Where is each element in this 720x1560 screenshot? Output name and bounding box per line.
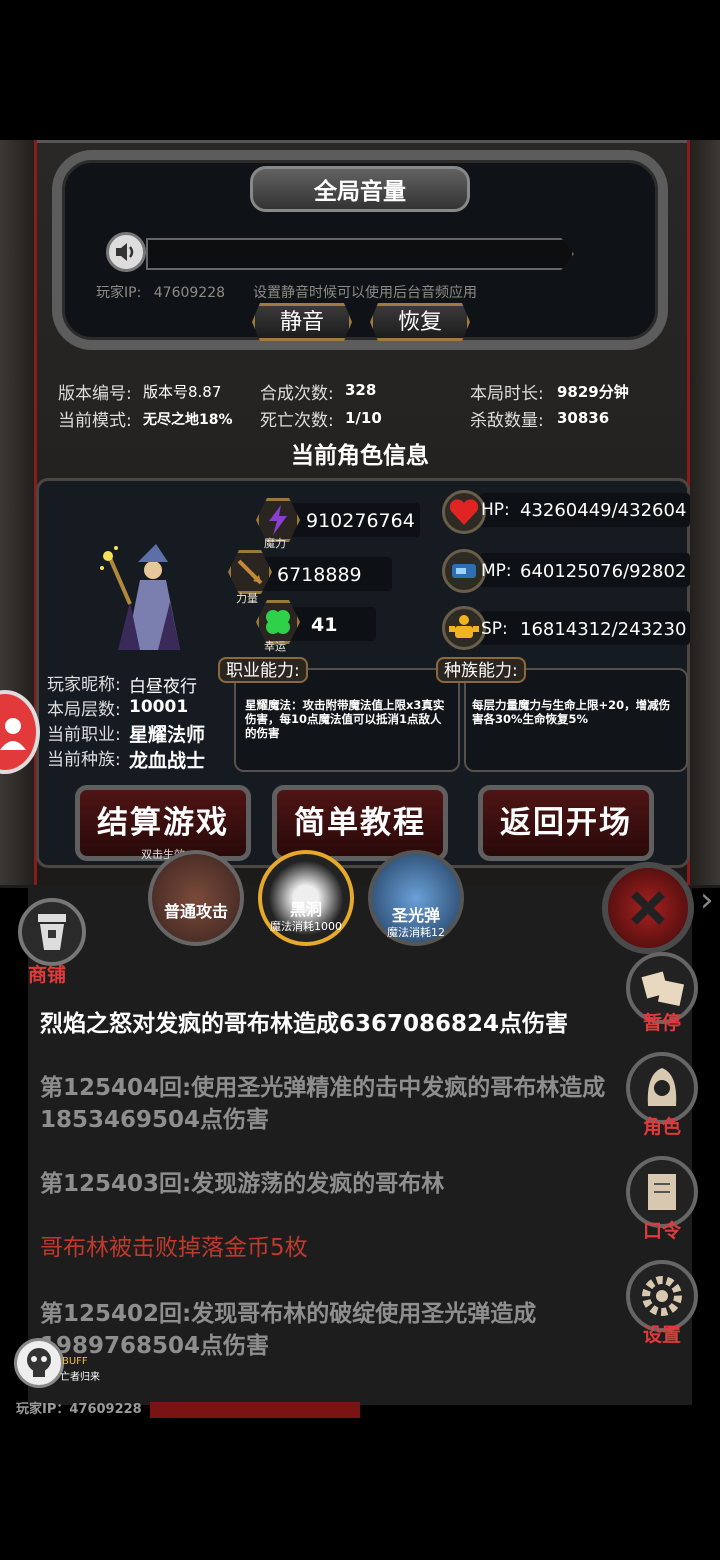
role-label[interactable]: 角色 [620,1112,704,1139]
race-label: 当前种族: [47,750,121,770]
restore-button[interactable]: 恢复 [370,303,470,341]
skull-icon[interactable] [14,1338,64,1388]
shop-icon[interactable] [18,898,86,966]
death-label: 死亡次数: [260,411,334,431]
log-text: 第125402回:发现哥布林的破绽使用圣光弹造成1989768504点伤害 [40,1301,537,1359]
normal-attack-skill[interactable]: 普通攻击 [148,850,244,946]
floor-value: 10001 [129,697,189,717]
class-label: 当前职业: [47,725,121,745]
log-line: 哥布林被击败掉落金币5枚 [40,1232,610,1264]
strength-tag: 力量 [236,592,258,605]
luck-value: 41 [311,614,338,636]
class-value: 星耀法师 [129,724,206,746]
race-ability-title: 种族能力: [436,657,526,683]
settings-label[interactable]: 设置 [620,1320,704,1347]
merge-value: 328 [345,381,377,399]
death-value: 1/10 [345,409,382,427]
version-value: 版本号8.87 [143,383,222,401]
sp-value: 16814312/243230 [520,619,687,640]
log-line: 第125402回:发现哥布林的破绽使用圣光弹造成1989768504点伤害 [40,1298,610,1362]
log-line: 第125404回:使用圣光弹精准的击中发疯的哥布林造成1853469504点伤害 [40,1072,610,1136]
floor-label: 本局层数: [47,700,121,720]
strongman-icon [442,606,486,650]
pause-label[interactable]: 暂停 [620,1008,704,1035]
close-button[interactable] [602,862,694,954]
nickname-label: 玩家昵称: [47,675,121,695]
magic-tag: 魔力 [264,537,286,550]
ip-value-text: 47609228 [153,285,226,301]
black-hole-skill[interactable]: 黑洞 魔法消耗1000 [258,850,354,946]
duration-value: 9829分钟 [557,383,629,401]
speaker-icon[interactable] [106,232,146,272]
normal-attack-label: 普通攻击 [163,902,228,921]
duration-label: 本局时长: [470,384,544,404]
buff-subtext: 亡者归来 [60,1372,100,1383]
black-hole-label: 黑洞 [289,900,322,919]
kills-value: 30836 [557,409,610,427]
mode-value: 无尽之地18% [143,412,233,428]
holy-light-cost: 魔法消耗12 [387,926,445,939]
password-label[interactable]: 口令 [620,1216,704,1243]
race-value: 龙血战士 [129,750,206,772]
back-to-start-button[interactable]: 返回开场 [478,785,654,861]
footer-player-ip: 玩家IP：47609228 [16,1402,142,1417]
log-line: 烈焰之怒对发疯的哥布林造成6367086824点伤害 [40,1008,610,1040]
buff-label: BUFF [62,1356,88,1367]
volume-title: 全局音量 [250,166,470,212]
mode-label: 当前模式: [58,411,132,431]
ip-label-text: 玩家IP: [96,285,142,301]
mana-device-icon [442,549,486,593]
mute-hint: 设置静音时候可以使用后台音频应用 [253,285,477,301]
log-text: 第125403回:发现游荡的发疯的哥布林 [40,1171,445,1197]
log-text: 第125404回:使用圣光弹精准的击中发疯的哥布林造成1853469504点伤害 [40,1075,606,1133]
hp-label: HP: [481,500,510,520]
race-ability-text: 每层力量魔力与生命上限+20，增减伤害各30%生命恢复5% [472,698,671,726]
log-line: 第125403回:发现游荡的发疯的哥布林 [40,1168,610,1200]
black-hole-cost: 魔法消耗1000 [270,920,342,933]
wizard-avatar [96,540,192,650]
volume-slider[interactable] [146,238,574,270]
mp-value: 640125076/92802 [520,561,687,582]
progress-strip [150,1402,360,1418]
mute-button[interactable]: 静音 [252,303,352,341]
holy-light-label: 圣光弹 [391,906,440,925]
luck-tag: 幸运 [264,640,286,653]
class-ability-title: 职业能力: [218,657,308,683]
heart-icon [442,490,486,534]
strength-value: 6718889 [277,564,362,586]
hp-value: 43260449/432604 [520,500,687,521]
merge-label: 合成次数: [260,384,334,404]
character-section-title: 当前角色信息 [291,443,429,469]
mp-label: MP: [481,561,512,581]
version-label: 版本编号: [58,384,132,404]
holy-light-skill[interactable]: 圣光弹 魔法消耗12 [368,850,464,946]
magic-value: 910276764 [306,510,415,532]
class-ability-text: 星耀魔法：攻击附带魔法值上限x3真实伤害，每10点魔法值可以抵消1点敌人的伤害 [245,698,445,740]
kills-label: 杀敌数量: [470,411,544,431]
log-text: 哥布林被击败掉落金币5枚 [40,1235,308,1261]
profile-side-tab[interactable] [0,690,40,774]
panel-right-border [687,140,720,885]
shop-label[interactable]: 商铺 [28,960,66,987]
sp-label: SP: [481,619,508,639]
player-ip-label: 玩家IP: 47609228 [96,282,225,302]
nickname-value: 白昼夜行 [129,677,197,697]
log-text: 烈焰之怒对发疯的哥布林造成6367086824点伤害 [40,1011,569,1037]
chevron-right-icon[interactable]: › [700,880,714,920]
